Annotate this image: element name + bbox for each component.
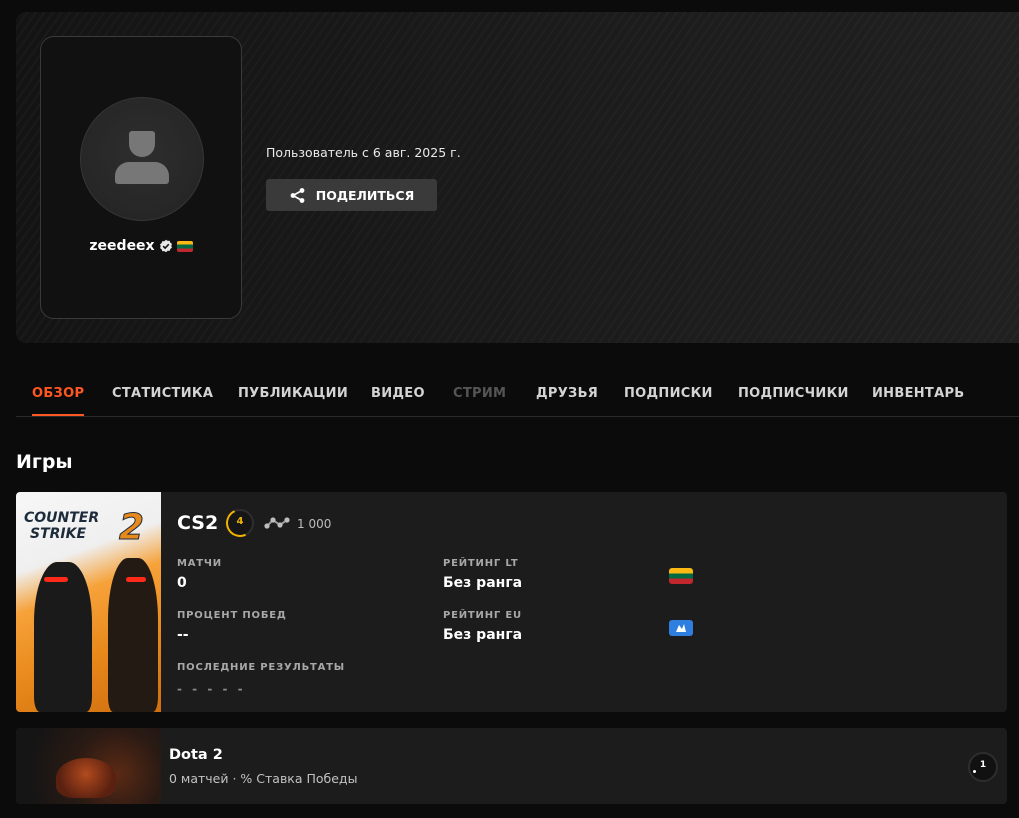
cs2-level-badge: 4 [226, 509, 254, 537]
tab-publications[interactable]: ПУБЛИКАЦИИ [238, 386, 348, 401]
rating-eu-label: РЕЙТИНГ EU [443, 610, 522, 621]
tab-stream[interactable]: СТРИМ [453, 386, 506, 401]
tab-video[interactable]: ВИДЕО [371, 386, 425, 401]
cs2-logo: COUNTER STRIKE 2 [24, 507, 145, 548]
dota2-game-name[interactable]: Dota 2 [169, 747, 223, 763]
soldier-goggles-left [44, 577, 68, 582]
lithuania-flag-icon [669, 568, 693, 584]
dota2-game-card[interactable]: Dota 2 0 матчей · % Ставка Победы 1 [16, 728, 1007, 804]
recent-results-value: - - - - - [177, 682, 246, 696]
matches-label: МАТЧИ [177, 558, 222, 569]
avatar-head-shape [129, 131, 155, 157]
avatar [80, 97, 204, 221]
soldier-goggles-right [126, 577, 146, 582]
rating-lt-value: Без ранга [443, 575, 523, 591]
member-since-text: Пользователь с 6 авг. 2025 г. [266, 145, 461, 160]
tab-statistics[interactable]: СТАТИСТИКА [112, 386, 213, 401]
lithuania-flag-icon [176, 240, 193, 252]
tab-friends[interactable]: ДРУЗЬЯ [536, 386, 598, 401]
profile-tabs: ОБЗОР СТАТИСТИКА ПУБЛИКАЦИИ ВИДЕО СТРИМ … [16, 380, 1019, 417]
rating-lt-label: РЕЙТИНГ LT [443, 558, 519, 569]
winrate-label: ПРОЦЕНТ ПОБЕД [177, 610, 287, 621]
europe-region-icon [669, 620, 693, 636]
cs2-elo-value: 1 000 [297, 517, 332, 531]
winrate-value: -- [177, 627, 189, 643]
soldier-figure-left [34, 562, 92, 712]
elo-icon [264, 517, 290, 529]
dota2-cover-image [16, 728, 161, 804]
profile-card: zeedeex [40, 36, 242, 319]
username-row: zeedeex [41, 238, 241, 254]
dota2-hero-figure [56, 758, 116, 798]
dota2-level-badge: 1 [968, 752, 998, 782]
games-section-title: Игры [16, 451, 73, 473]
avatar-body-shape [115, 162, 169, 184]
matches-value: 0 [177, 575, 187, 591]
share-icon [290, 187, 305, 203]
cs2-cover-image: COUNTER STRIKE 2 [16, 492, 161, 712]
rating-eu-value: Без ранга [443, 627, 523, 643]
username[interactable]: zeedeex [89, 238, 154, 254]
share-button[interactable]: ПОДЕЛИТЬСЯ [266, 179, 437, 211]
verified-icon [159, 239, 172, 253]
recent-results-label: ПОСЛЕДНИЕ РЕЗУЛЬТАТЫ [177, 662, 345, 673]
share-button-label: ПОДЕЛИТЬСЯ [315, 187, 415, 203]
cs2-game-card[interactable]: COUNTER STRIKE 2 CS2 4 1 000 МАТЧИ 0 ПРО… [16, 492, 1007, 712]
tab-subscriptions[interactable]: ПОДПИСКИ [624, 386, 713, 401]
dota2-summary: 0 матчей · % Ставка Победы [169, 771, 358, 786]
cs2-game-name[interactable]: CS2 [177, 512, 218, 534]
tab-subscribers[interactable]: ПОДПИСЧИКИ [738, 386, 849, 401]
tab-inventory[interactable]: ИНВЕНТАРЬ [872, 386, 965, 401]
tab-overview[interactable]: ОБЗОР [32, 386, 85, 416]
